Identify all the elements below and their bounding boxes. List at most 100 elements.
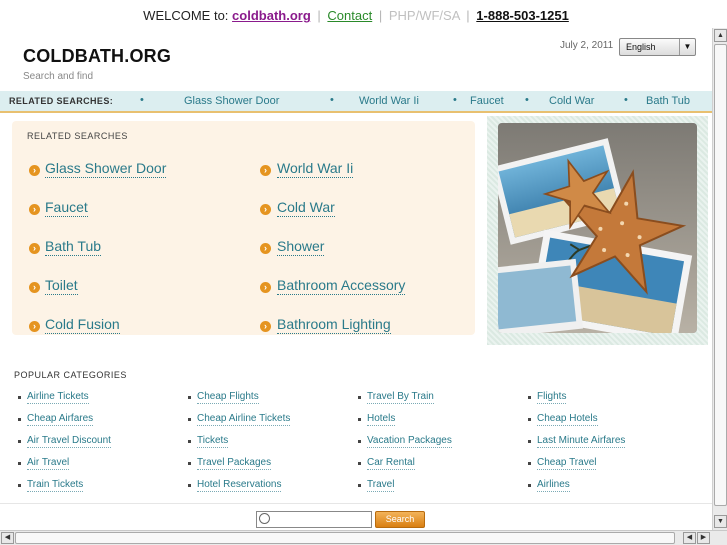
- date-text: July 2, 2011: [560, 40, 614, 51]
- category-link[interactable]: Hotels: [367, 413, 396, 426]
- arrow-circle-icon: ›: [29, 165, 40, 176]
- bullet-square: [18, 440, 21, 443]
- phone-link[interactable]: 1-888-503-1251: [476, 8, 569, 23]
- related-bar-item[interactable]: Faucet: [470, 95, 504, 107]
- bullet-square: [18, 396, 21, 399]
- bullet-dot: •: [453, 94, 457, 106]
- related-link[interactable]: Bathroom Accessory: [277, 277, 406, 295]
- bullet-square: [358, 440, 361, 443]
- category-link[interactable]: Airline Tickets: [27, 391, 89, 404]
- site-tagline: Search and find: [23, 71, 94, 82]
- related-link[interactable]: Bath Tub: [45, 238, 102, 256]
- arrow-circle-icon: ›: [29, 282, 40, 293]
- bullet-dot: •: [140, 94, 144, 106]
- bullet-square: [18, 462, 21, 465]
- popular-categories-heading: POPULAR CATEGORIES: [14, 370, 127, 380]
- category-link[interactable]: Vacation Packages: [367, 435, 452, 448]
- scroll-thumb[interactable]: [714, 44, 727, 506]
- related-bar-label: RELATED SEARCHES:: [9, 96, 114, 106]
- related-link[interactable]: Cold Fusion: [45, 316, 120, 334]
- category-link[interactable]: Car Rental: [367, 457, 415, 470]
- separator: |: [317, 8, 321, 23]
- search-field[interactable]: [256, 511, 372, 528]
- tag-text: PHP/WF/SA: [388, 8, 460, 23]
- separator: |: [378, 8, 383, 23]
- contact-link[interactable]: Contact: [327, 8, 372, 23]
- related-link[interactable]: Cold War: [277, 199, 335, 217]
- scroll-right-icon[interactable]: ▶: [697, 532, 710, 544]
- scroll-left-icon[interactable]: ◀: [683, 532, 696, 544]
- site-link[interactable]: coldbath.org: [232, 8, 311, 23]
- bullet-square: [528, 484, 531, 487]
- bullet-square: [528, 396, 531, 399]
- category-link[interactable]: Tickets: [197, 435, 229, 448]
- welcome-bar: WELCOME to: coldbath.org | Contact | PHP…: [0, 0, 712, 30]
- related-link[interactable]: Faucet: [45, 199, 88, 217]
- related-link[interactable]: Shower: [277, 238, 325, 256]
- category-link[interactable]: Hotel Reservations: [197, 479, 282, 492]
- bullet-square: [528, 418, 531, 421]
- language-select[interactable]: English ▼: [619, 38, 696, 56]
- bullet-square: [18, 418, 21, 421]
- bullet-square: [188, 484, 191, 487]
- related-bar-item[interactable]: World War Ii: [359, 95, 419, 107]
- vertical-scrollbar[interactable]: ▲ ▼: [712, 28, 727, 530]
- search-input[interactable]: [273, 513, 369, 526]
- category-link[interactable]: Last Minute Airfares: [537, 435, 626, 448]
- related-box-heading: RELATED SEARCHES: [27, 131, 128, 141]
- arrow-circle-icon: ›: [260, 204, 271, 215]
- category-link[interactable]: Travel Packages: [197, 457, 272, 470]
- bullet-dot: •: [624, 94, 628, 106]
- arrow-circle-icon: ›: [260, 243, 271, 254]
- related-bar-item[interactable]: Glass Shower Door: [184, 95, 279, 107]
- category-link[interactable]: Cheap Flights: [197, 391, 259, 404]
- search-button[interactable]: Search: [375, 511, 425, 528]
- bullet-square: [358, 396, 361, 399]
- related-searches-box: RELATED SEARCHES › Glass Shower Door › W…: [12, 121, 475, 335]
- category-link[interactable]: Airlines: [537, 479, 570, 492]
- arrow-circle-icon: ›: [260, 165, 271, 176]
- scroll-down-icon[interactable]: ▼: [714, 515, 727, 528]
- bullet-square: [528, 440, 531, 443]
- category-link[interactable]: Travel: [367, 479, 395, 492]
- category-link[interactable]: Air Travel Discount: [27, 435, 111, 448]
- photo-frame: [487, 116, 708, 345]
- category-link[interactable]: Train Tickets: [27, 479, 84, 492]
- scroll-thumb[interactable]: [15, 532, 675, 544]
- horizontal-scrollbar[interactable]: ◀ ◀ ▶: [0, 530, 727, 545]
- related-bar-item[interactable]: Bath Tub: [646, 95, 690, 107]
- bullet-dot: •: [330, 94, 334, 106]
- category-link[interactable]: Cheap Airfares: [27, 413, 94, 426]
- related-bar-item[interactable]: Cold War: [549, 95, 594, 107]
- bullet-square: [188, 418, 191, 421]
- scroll-up-icon[interactable]: ▲: [714, 29, 727, 42]
- bullet-dot: •: [525, 94, 529, 106]
- bottom-search-bar: Search: [0, 503, 712, 529]
- category-link[interactable]: Flights: [537, 391, 567, 404]
- related-searches-bar: RELATED SEARCHES: • Glass Shower Door • …: [0, 91, 712, 113]
- arrow-circle-icon: ›: [29, 204, 40, 215]
- magnifier-icon: [259, 513, 270, 524]
- scroll-left-icon[interactable]: ◀: [1, 532, 14, 544]
- related-link[interactable]: Glass Shower Door: [45, 160, 167, 178]
- bullet-square: [188, 396, 191, 399]
- chevron-down-icon[interactable]: ▼: [679, 39, 695, 55]
- bullet-square: [528, 462, 531, 465]
- bullet-square: [358, 462, 361, 465]
- site-logo[interactable]: COLDBATH.ORG: [23, 46, 171, 67]
- category-link[interactable]: Cheap Travel: [537, 457, 597, 470]
- bullet-square: [18, 484, 21, 487]
- starfish-postcards-image: [498, 123, 697, 333]
- arrow-circle-icon: ›: [29, 321, 40, 332]
- related-link[interactable]: World War Ii: [277, 160, 354, 178]
- category-link[interactable]: Travel By Train: [367, 391, 434, 404]
- category-link[interactable]: Cheap Airline Tickets: [197, 413, 291, 426]
- bullet-square: [358, 418, 361, 421]
- category-link[interactable]: Air Travel: [27, 457, 70, 470]
- separator: |: [466, 8, 470, 23]
- related-link[interactable]: Toilet: [45, 277, 78, 295]
- category-link[interactable]: Cheap Hotels: [537, 413, 598, 426]
- related-link[interactable]: Bathroom Lighting: [277, 316, 391, 334]
- starfish-illustration: [498, 123, 697, 333]
- bullet-square: [188, 462, 191, 465]
